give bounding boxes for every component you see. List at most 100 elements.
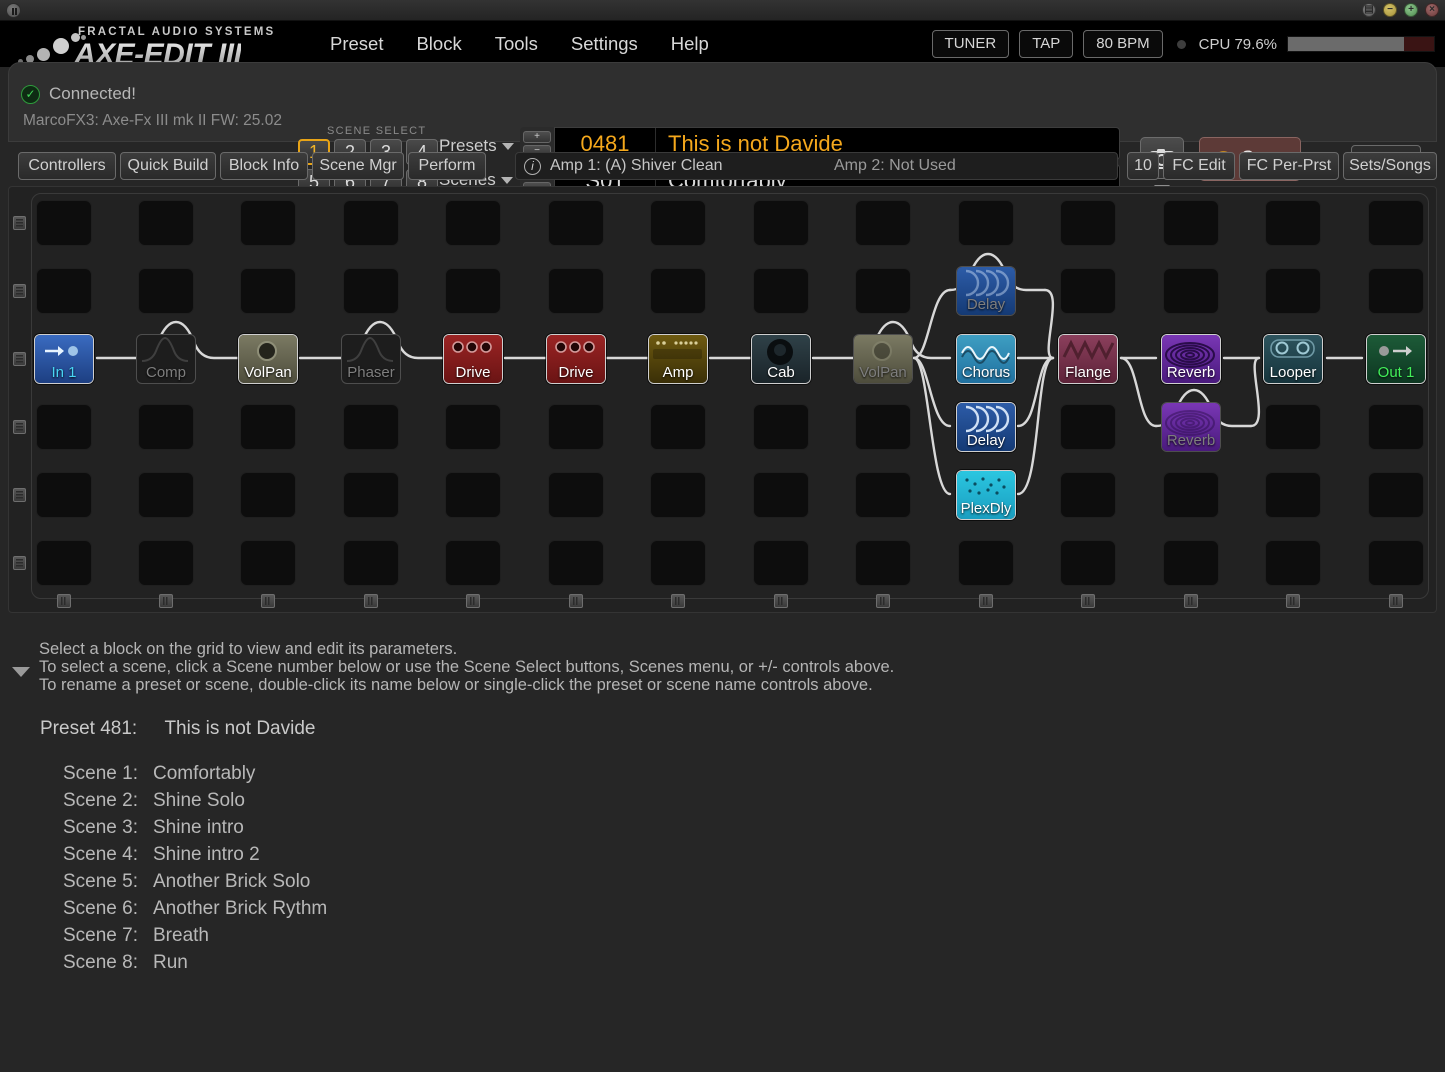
tap-button[interactable]: TAP [1019, 30, 1074, 58]
grid-cell[interactable] [1060, 540, 1116, 586]
block-delay[interactable]: Delay [956, 402, 1016, 452]
grid-cell[interactable] [343, 540, 399, 586]
grid-cell[interactable] [753, 404, 809, 450]
grid-cell[interactable] [958, 540, 1014, 586]
scene-list-item[interactable]: Scene 5: Another Brick Solo [63, 871, 327, 898]
menu-block[interactable]: Block [416, 33, 461, 55]
maximize-icon[interactable]: + [1404, 3, 1418, 17]
disclosure-triangle-icon[interactable] [12, 667, 30, 677]
grid-cell[interactable] [1368, 200, 1424, 246]
grid-cell[interactable] [1368, 540, 1424, 586]
grid-cell[interactable] [650, 472, 706, 518]
grid-cell[interactable] [138, 472, 194, 518]
preset-summary[interactable]: Preset 481: This is not Davide [40, 718, 315, 740]
grid-cell[interactable] [445, 404, 501, 450]
block-cab[interactable]: Cab [751, 334, 811, 384]
column-handle[interactable] [364, 594, 378, 608]
block-flange[interactable]: Flange [1058, 334, 1118, 384]
column-handle[interactable] [57, 594, 71, 608]
column-handle[interactable] [466, 594, 480, 608]
grid-cell[interactable] [343, 404, 399, 450]
block-reverb[interactable]: Reverb [1161, 334, 1221, 384]
grid-cell[interactable] [548, 404, 604, 450]
preset-increment-button[interactable]: + [523, 130, 551, 143]
grid-cell[interactable] [855, 540, 911, 586]
grid-cell[interactable] [36, 404, 92, 450]
block-volpan[interactable]: VolPan [238, 334, 298, 384]
bpm-button[interactable]: 80 BPM [1083, 30, 1163, 58]
grid-cell[interactable] [445, 200, 501, 246]
toolbar-button-fc-per-prst[interactable]: FC Per-Prst [1239, 152, 1339, 180]
grid-cell[interactable] [548, 200, 604, 246]
grid-cell[interactable] [36, 540, 92, 586]
grid-cell[interactable] [343, 268, 399, 314]
grid-cell[interactable] [36, 200, 92, 246]
scene-list-item[interactable]: Scene 2: Shine Solo [63, 790, 327, 817]
grid-cell[interactable] [753, 268, 809, 314]
grid-cell[interactable] [343, 200, 399, 246]
scene-list-item[interactable]: Scene 8: Run [63, 952, 327, 979]
column-handle[interactable] [1081, 594, 1095, 608]
grid-cell[interactable] [753, 472, 809, 518]
grid-cell[interactable] [240, 404, 296, 450]
grid-cell[interactable] [1265, 540, 1321, 586]
menu-preset[interactable]: Preset [330, 33, 383, 55]
toolbar-button-10[interactable]: 10 [1127, 152, 1159, 180]
minimize-icon[interactable]: − [1383, 3, 1397, 17]
grid-cell[interactable] [548, 540, 604, 586]
column-handle[interactable] [159, 594, 173, 608]
toolbar-button-controllers[interactable]: Controllers [18, 152, 116, 180]
block-plexdly[interactable]: PlexDly [956, 470, 1016, 520]
grid-cell[interactable] [1060, 404, 1116, 450]
grid-cell[interactable] [650, 268, 706, 314]
menu-help[interactable]: Help [671, 33, 709, 55]
scene-list-item[interactable]: Scene 4: Shine intro 2 [63, 844, 327, 871]
row-handle[interactable] [13, 352, 26, 366]
grid-cell[interactable] [1163, 268, 1219, 314]
grid-cell[interactable] [753, 540, 809, 586]
scene-list-value[interactable]: Shine intro [153, 817, 244, 844]
signal-grid[interactable]: In 1 Comp VolPan Phaser Drive Drive Amp Cab VolP… [8, 186, 1437, 613]
column-handle[interactable] [1286, 594, 1300, 608]
grid-cell[interactable] [445, 540, 501, 586]
menu-tools[interactable]: Tools [495, 33, 538, 55]
column-handle[interactable] [1389, 594, 1403, 608]
grid-cell[interactable] [343, 472, 399, 518]
column-handle[interactable] [774, 594, 788, 608]
grid-cell[interactable] [958, 200, 1014, 246]
scene-list-item[interactable]: Scene 6: Another Brick Rythm [63, 898, 327, 925]
grid-cell[interactable] [445, 472, 501, 518]
grid-cell[interactable] [138, 404, 194, 450]
scene-list-item[interactable]: Scene 1: Comfortably [63, 763, 327, 790]
scene-list-value[interactable]: Shine Solo [153, 790, 245, 817]
row-handle[interactable] [13, 556, 26, 570]
row-handle[interactable] [13, 488, 26, 502]
close-icon[interactable]: × [1425, 3, 1439, 17]
grid-cell[interactable] [36, 472, 92, 518]
grid-cell[interactable] [138, 540, 194, 586]
grid-cell[interactable] [240, 200, 296, 246]
block-phaser[interactable]: Phaser [341, 334, 401, 384]
grid-cell[interactable] [1368, 268, 1424, 314]
scene-list-value[interactable]: Run [153, 952, 188, 979]
restore-icon[interactable]: ▤ [1362, 3, 1376, 17]
scene-list-value[interactable]: Breath [153, 925, 209, 952]
scene-list-item[interactable]: Scene 7: Breath [63, 925, 327, 952]
grid-cell[interactable] [548, 268, 604, 314]
grid-cell[interactable] [1265, 472, 1321, 518]
scene-list-value[interactable]: Comfortably [153, 763, 255, 790]
column-handle[interactable] [979, 594, 993, 608]
grid-cell[interactable] [240, 268, 296, 314]
column-handle[interactable] [1184, 594, 1198, 608]
grid-cell[interactable] [445, 268, 501, 314]
block-looper[interactable]: Looper [1263, 334, 1323, 384]
column-handle[interactable] [569, 594, 583, 608]
block-out-1[interactable]: Out 1 [1366, 334, 1426, 384]
grid-cell[interactable] [1060, 200, 1116, 246]
pause-icon[interactable] [6, 3, 21, 18]
toolbar-button-fc-edit[interactable]: FC Edit [1163, 152, 1235, 180]
scene-list-value[interactable]: Shine intro 2 [153, 844, 260, 871]
block-delay[interactable]: Delay [956, 266, 1016, 316]
row-handle[interactable] [13, 216, 26, 230]
grid-cell[interactable] [240, 472, 296, 518]
